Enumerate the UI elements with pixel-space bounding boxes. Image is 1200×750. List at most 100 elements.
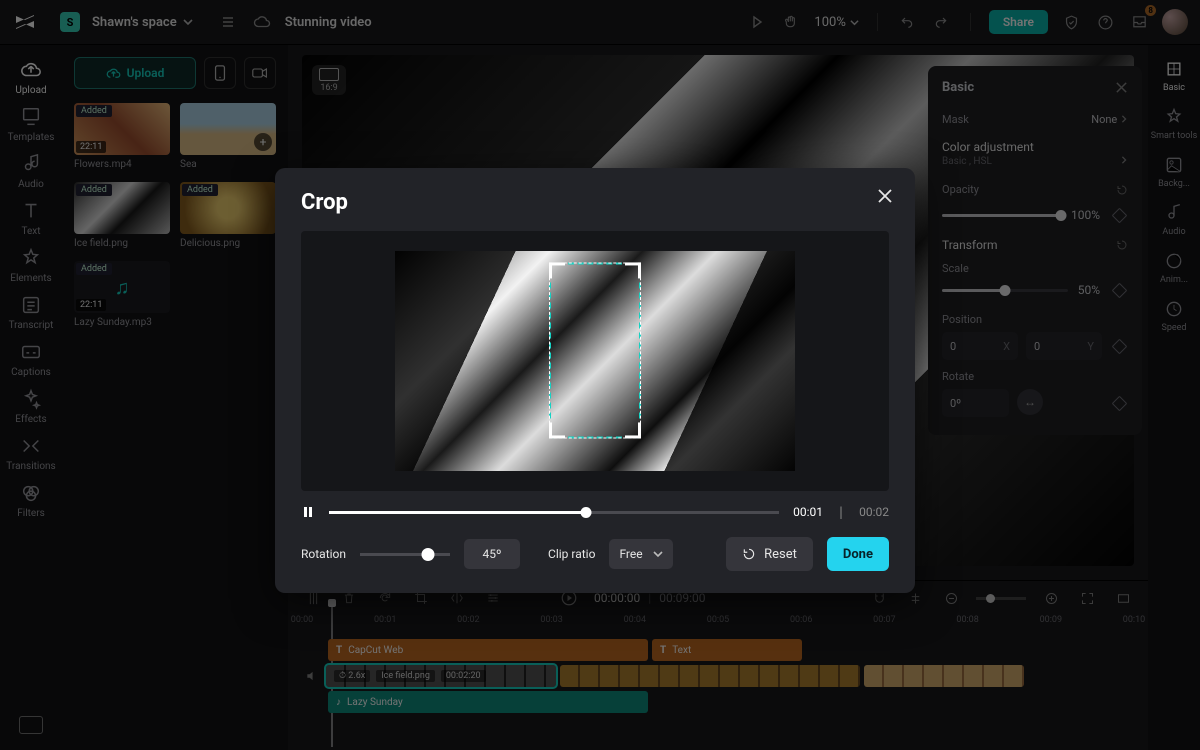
crop-preview[interactable]: [301, 231, 889, 491]
workspace-name: Shawn's space: [92, 15, 177, 30]
clip-duration-badge: 00:02:20: [441, 670, 486, 682]
scale-slider[interactable]: [942, 289, 1068, 292]
crop-handle-tl[interactable]: [549, 262, 565, 278]
aspect-ratio-button[interactable]: 16:9: [312, 65, 346, 95]
transitions-icon: [20, 435, 42, 457]
clip-video-selected[interactable]: ⏱ 2.6x Ice field.png 00:02:20: [326, 665, 556, 687]
crop-handle-bl[interactable]: [549, 422, 565, 438]
shield-icon[interactable]: [1060, 11, 1082, 33]
keyframe-icon[interactable]: [1110, 337, 1128, 355]
reset-button[interactable]: Reset: [726, 537, 813, 571]
tool-audio[interactable]: Audio: [7, 153, 55, 190]
speed-badge: ⏱ 2.6x: [334, 670, 370, 682]
subtitles-toggle[interactable]: [19, 716, 43, 734]
tool-captions[interactable]: Captions: [7, 341, 55, 378]
panel-tab-anim[interactable]: Anim...: [1160, 251, 1188, 285]
clip-ratio-select[interactable]: Free: [609, 539, 672, 569]
panel-tab-backg[interactable]: Backg...: [1158, 155, 1190, 189]
rotation-value[interactable]: 45º: [464, 539, 520, 569]
rotation-slider[interactable]: [360, 553, 450, 556]
fullscreen-icon[interactable]: [1112, 587, 1134, 609]
clip-audio[interactable]: ♪ Lazy Sunday: [328, 691, 648, 713]
redo-icon[interactable]: [930, 11, 952, 33]
crop-handle-br[interactable]: [625, 422, 641, 438]
ruler-tick: 00:03: [540, 615, 562, 625]
audio-icon: [20, 153, 42, 175]
clip-video-2[interactable]: [560, 665, 860, 687]
media-item[interactable]: Added22:11Flowers.mp4: [74, 103, 170, 170]
cloud-icon[interactable]: [251, 11, 273, 33]
upload-button[interactable]: Upload: [74, 57, 196, 89]
list-icon[interactable]: [217, 11, 239, 33]
tool-templates[interactable]: Templates: [7, 106, 55, 143]
panel-tab-icon: [1164, 251, 1184, 271]
done-button[interactable]: Done: [827, 537, 889, 571]
reset-transform-icon[interactable]: [1116, 239, 1128, 251]
hand-icon[interactable]: [780, 11, 802, 33]
play-preview-icon[interactable]: [746, 11, 768, 33]
inbox-icon[interactable]: [1128, 11, 1150, 33]
add-media-icon[interactable]: +: [254, 133, 272, 151]
crop-box[interactable]: [549, 262, 641, 438]
panel-tab-smarttools[interactable]: Smart tools: [1151, 107, 1198, 141]
app-logo[interactable]: [12, 9, 38, 35]
added-badge: Added: [182, 184, 218, 196]
tool-elements[interactable]: Elements: [7, 247, 55, 284]
zoom-track[interactable]: [976, 597, 1026, 600]
keyframe-icon[interactable]: [1110, 206, 1128, 224]
zoom-level[interactable]: 100%: [814, 15, 858, 30]
position-y-input[interactable]: 0Y: [1026, 332, 1102, 360]
keyframe-icon[interactable]: [1110, 394, 1128, 412]
ruler-tick: 00:02: [457, 615, 479, 625]
media-item[interactable]: ♫Added22:11Lazy Sunday.mp3: [74, 261, 170, 328]
rotate-label: Rotate: [942, 370, 1128, 383]
text-clip-icon: T: [336, 645, 342, 656]
clip-name-badge: Ice field.png: [376, 670, 435, 682]
opacity-value: 100%: [1071, 208, 1100, 222]
tool-upload[interactable]: Upload: [7, 59, 55, 96]
added-badge: Added: [76, 105, 112, 117]
text-clip-icon: T: [660, 645, 666, 656]
device-camera-icon[interactable]: [244, 57, 276, 89]
close-icon[interactable]: [1115, 81, 1128, 94]
workspace-switcher[interactable]: Shawn's space: [92, 15, 193, 30]
zoom-out-icon[interactable]: [940, 587, 962, 609]
color-adjustment-row[interactable]: Color adjustment: [942, 140, 1128, 154]
track-mute-icon[interactable]: [302, 669, 322, 683]
media-item[interactable]: AddedIce field.png: [74, 182, 170, 249]
device-phone-icon[interactable]: [204, 57, 236, 89]
tool-transitions[interactable]: Transitions: [7, 435, 55, 472]
keyframe-icon[interactable]: [1110, 281, 1128, 299]
project-title[interactable]: Stunning video: [285, 15, 372, 30]
clip-text-1[interactable]: T CapCut Web: [328, 639, 648, 661]
panel-tab-audio[interactable]: Audio: [1162, 203, 1185, 237]
panel-tab-speed[interactable]: Speed: [1161, 299, 1186, 333]
reset-opacity-icon[interactable]: [1116, 184, 1128, 196]
tool-transcript[interactable]: Transcript: [7, 294, 55, 331]
panel-tab-basic[interactable]: Basic: [1163, 59, 1185, 93]
avatar[interactable]: [1162, 9, 1188, 35]
tool-filters[interactable]: Filters: [7, 482, 55, 519]
fit-icon[interactable]: [1076, 587, 1098, 609]
flip-button[interactable]: ↔: [1017, 389, 1043, 415]
playback-slider[interactable]: [329, 511, 779, 514]
close-icon[interactable]: [877, 188, 893, 204]
tool-effects[interactable]: Effects: [7, 388, 55, 425]
pause-icon[interactable]: [301, 505, 315, 519]
zoom-in-icon[interactable]: [1040, 587, 1062, 609]
mask-row[interactable]: Mask None: [942, 113, 1128, 126]
tool-text[interactable]: Text: [7, 200, 55, 237]
clip-video-3[interactable]: [864, 665, 1024, 687]
opacity-slider[interactable]: [942, 214, 1061, 217]
rotate-input[interactable]: 0º: [942, 389, 1009, 417]
share-button[interactable]: Share: [989, 10, 1048, 34]
clip-text-2[interactable]: T Text: [652, 639, 802, 661]
help-icon[interactable]: [1094, 11, 1116, 33]
undo-icon[interactable]: [896, 11, 918, 33]
duration-badge: 22:11: [76, 299, 106, 311]
media-item[interactable]: AddedDelicious.png: [180, 182, 276, 249]
crop-handle-tr[interactable]: [625, 262, 641, 278]
position-x-input[interactable]: 0X: [942, 332, 1018, 360]
panel-tab-icon: [1164, 107, 1184, 127]
media-item[interactable]: +Sea: [180, 103, 276, 170]
